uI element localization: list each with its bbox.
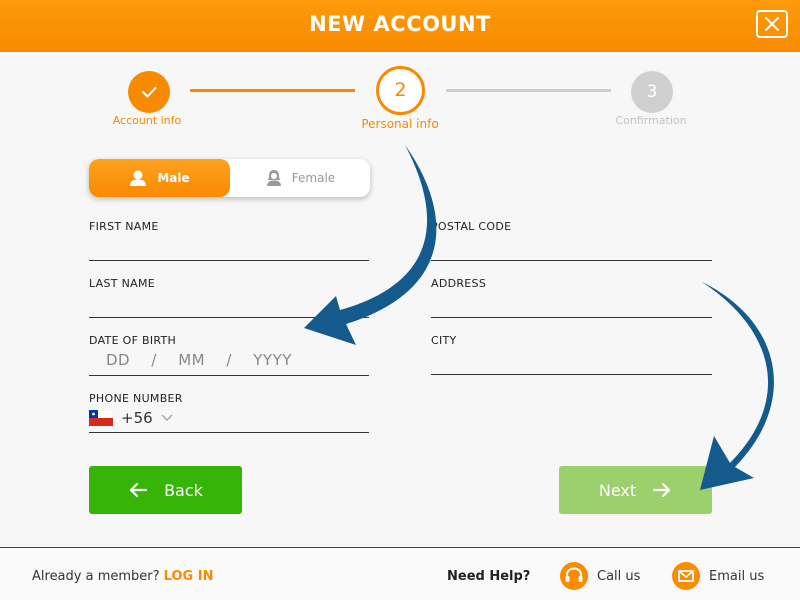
first-name-label: FIRST NAME	[89, 220, 159, 233]
city-label: CITY	[431, 334, 457, 347]
arrow-left-icon	[129, 482, 148, 498]
member-prompt: Already a member? LOG IN	[32, 569, 213, 584]
page-title: NEW ACCOUNT	[309, 12, 491, 36]
date-of-birth-input[interactable]: DD / MM / YYYY	[106, 351, 292, 369]
date-of-birth-underline	[89, 375, 369, 376]
close-icon	[765, 17, 779, 31]
last-name-label: LAST NAME	[89, 277, 155, 290]
country-code-select[interactable]: +56	[89, 409, 173, 427]
city-input[interactable]	[431, 374, 712, 375]
back-button[interactable]: Back	[89, 466, 242, 514]
login-link[interactable]: LOG IN	[164, 569, 214, 584]
gender-toggle: Male Female	[89, 159, 370, 197]
last-name-input[interactable]	[89, 317, 369, 318]
address-input[interactable]	[431, 317, 712, 318]
dob-year-placeholder: YYYY	[253, 351, 292, 369]
gender-male-label: Male	[157, 171, 190, 185]
postal-code-input[interactable]	[431, 260, 712, 261]
phone-number-input[interactable]	[89, 432, 369, 433]
dob-month-placeholder: MM	[178, 351, 206, 369]
footer: Already a member? LOG IN Need Help? Call…	[0, 547, 800, 600]
first-name-input[interactable]	[89, 260, 369, 261]
curved-arrow-right	[700, 282, 774, 490]
step-connector-1	[190, 89, 355, 92]
headset-icon[interactable]	[560, 562, 588, 590]
phone-country-code: +56	[121, 409, 153, 427]
gender-female-label: Female	[291, 171, 336, 185]
email-icon[interactable]	[672, 562, 700, 590]
dob-separator: /	[226, 351, 232, 369]
call-us-link[interactable]: Call us	[597, 569, 640, 584]
address-label: ADDRESS	[431, 277, 487, 290]
need-help-label: Need Help?	[447, 569, 531, 584]
postal-code-label: POSTAL CODE	[431, 220, 512, 233]
close-button[interactable]	[756, 10, 788, 38]
dob-day-placeholder: DD	[106, 351, 131, 369]
step-2-circle: 2	[376, 66, 425, 115]
step-1-circle	[128, 71, 170, 113]
date-of-birth-label: DATE OF BIRTH	[89, 334, 177, 347]
chevron-down-icon	[161, 414, 173, 422]
email-us-link[interactable]: Email us	[709, 569, 764, 584]
header-bar: NEW ACCOUNT	[0, 0, 800, 52]
next-button[interactable]: Next	[559, 466, 712, 514]
chile-flag-icon	[89, 410, 113, 426]
step-2-label: Personal info	[361, 117, 439, 131]
member-text: Already a member?	[32, 569, 160, 584]
back-button-label: Back	[164, 480, 203, 500]
step-1-label: Account info	[112, 114, 182, 127]
gender-male-option[interactable]: Male	[89, 159, 230, 197]
step-3-label: Confirmation	[615, 114, 687, 127]
step-3-circle: 3	[631, 71, 673, 113]
arrow-right-icon	[653, 482, 671, 498]
dob-separator: /	[151, 351, 157, 369]
step-connector-2	[446, 89, 611, 92]
phone-number-label: PHONE NUMBER	[89, 392, 183, 405]
gender-female-option[interactable]: Female	[230, 159, 371, 197]
male-user-icon	[130, 170, 147, 186]
next-button-label: Next	[598, 480, 637, 500]
female-user-icon	[266, 170, 281, 186]
check-icon	[142, 87, 157, 98]
